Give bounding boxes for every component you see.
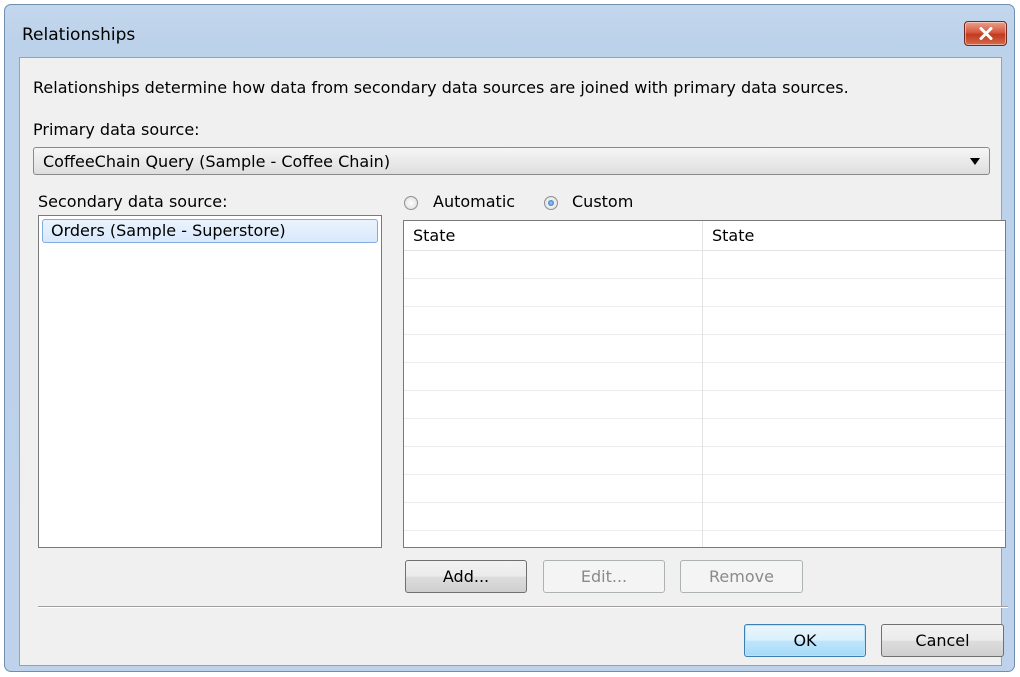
radio-selected-dot (548, 200, 554, 206)
ok-button[interactable]: OK (744, 624, 866, 657)
primary-source-dropdown[interactable]: CoffeeChain Query (Sample - Coffee Chain… (33, 147, 990, 175)
list-item[interactable]: Orders (Sample - Superstore) (42, 219, 378, 243)
table-row[interactable] (404, 279, 1005, 307)
table-row[interactable] (404, 531, 1005, 547)
secondary-source-list[interactable]: Orders (Sample - Superstore) (38, 215, 382, 548)
column-divider (702, 221, 703, 547)
primary-source-value: CoffeeChain Query (Sample - Coffee Chain… (43, 152, 391, 171)
dialog-title: Relationships (22, 25, 136, 45)
close-icon (979, 27, 993, 40)
primary-source-label: Primary data source: (33, 120, 200, 139)
column-header-primary[interactable]: State (413, 226, 455, 245)
custom-radio-label[interactable]: Custom (572, 192, 633, 211)
divider (38, 606, 1008, 608)
title-bar[interactable]: Relationships (5, 5, 1014, 59)
table-row[interactable] (404, 391, 1005, 419)
table-row[interactable] (404, 251, 1005, 279)
table-row[interactable] (404, 447, 1005, 475)
custom-radio[interactable] (544, 196, 558, 210)
secondary-source-label: Secondary data source: (38, 192, 228, 211)
table-row[interactable] (404, 335, 1005, 363)
remove-button[interactable]: Remove (680, 560, 803, 593)
relationships-dialog: Relationships Relationships determine ho… (4, 4, 1015, 672)
dialog-body: Relationships determine how data from se… (19, 57, 1008, 666)
grid-header: State State (404, 221, 1005, 251)
cancel-button[interactable]: Cancel (881, 624, 1004, 657)
automatic-radio[interactable] (404, 196, 418, 210)
automatic-radio-label[interactable]: Automatic (433, 192, 515, 211)
column-header-secondary[interactable]: State (712, 226, 754, 245)
table-row[interactable] (404, 475, 1005, 503)
table-row[interactable] (404, 503, 1005, 531)
chevron-down-icon (970, 158, 980, 165)
add-button[interactable]: Add... (405, 560, 527, 593)
close-button[interactable] (964, 21, 1007, 46)
table-row[interactable] (404, 363, 1005, 391)
table-row[interactable] (404, 307, 1005, 335)
field-mapping-grid[interactable]: State State (403, 220, 1006, 548)
description-text: Relationships determine how data from se… (33, 78, 849, 97)
table-row[interactable] (404, 419, 1005, 447)
edit-button[interactable]: Edit... (543, 560, 665, 593)
